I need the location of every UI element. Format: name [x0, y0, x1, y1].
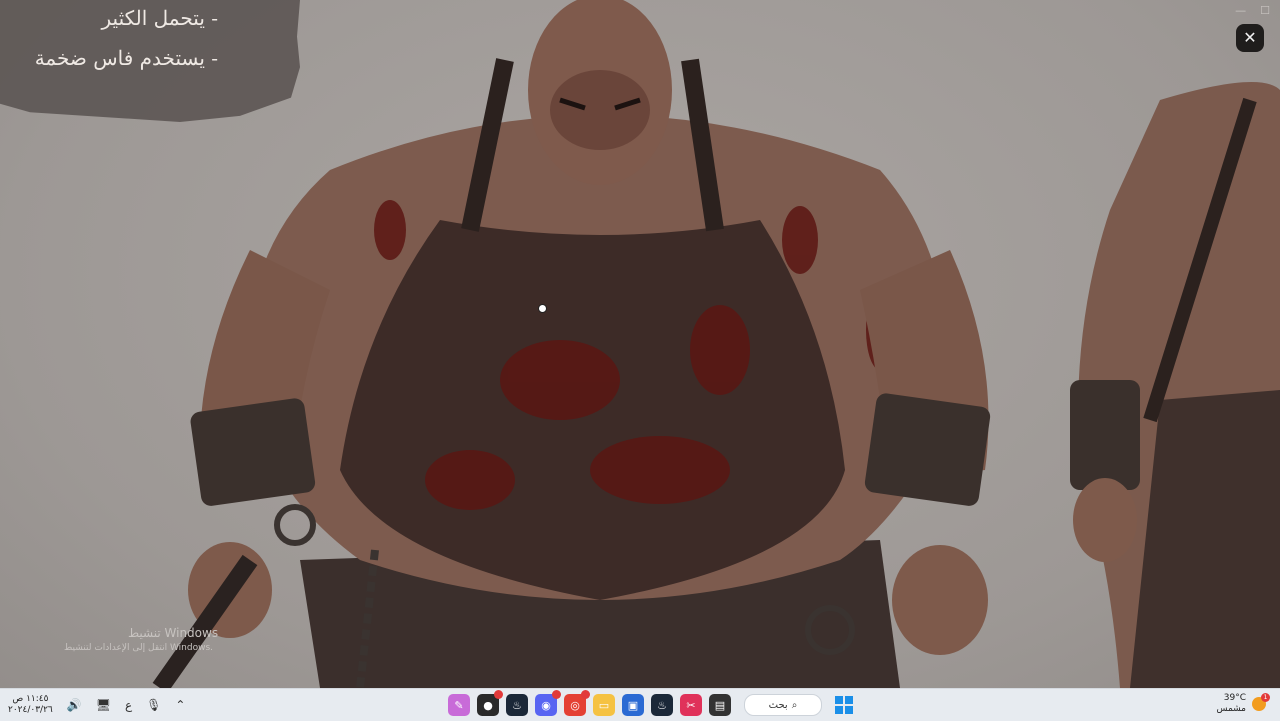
activation-watermark-title: تنشيط Windows [128, 626, 219, 640]
weather-desc: مشمس [1216, 704, 1246, 714]
weather-temp: 39°C [1223, 693, 1246, 703]
chevron-up-icon[interactable]: ⌃ [175, 698, 185, 712]
file-explorer-icon[interactable]: ▭ [593, 694, 615, 716]
steam-icon-2[interactable]: ♨ [651, 694, 673, 716]
volume-icon[interactable]: 🔊 [67, 698, 82, 712]
sun-icon: 1 [1252, 693, 1270, 711]
start-button[interactable] [835, 696, 853, 714]
paint-app-icon[interactable]: ✎ [448, 694, 470, 716]
store-icon[interactable]: ▣ [622, 694, 644, 716]
taskbar: ١١:٤٥ ص ٢٠٢٤/٠٣/٢٦ 🔊 🖥 ع 🎙 ⌃ ✎ ● ♨ ◉ ◎ ▭… [0, 688, 1280, 721]
note-line-2: - يستخدم فاس ضخمة [34, 46, 218, 70]
network-icon[interactable]: 🖥 [96, 698, 111, 712]
clock-time: ١١:٤٥ ص [12, 694, 49, 704]
search-box[interactable]: بحث ⌕ [744, 694, 822, 716]
weather-badge: 1 [1261, 693, 1270, 702]
discord-icon[interactable]: ◉ [535, 690, 561, 716]
taskbar-apps: ✎ ● ♨ ◉ ◎ ▭ ▣ ♨ ✂ ▤ بحث ⌕ [448, 689, 853, 721]
system-tray: ١١:٤٥ ص ٢٠٢٤/٠٣/٢٦ 🔊 🖥 ع 🎙 ⌃ [8, 689, 185, 721]
activation-watermark-subtitle: انتقل إلى الإعدادات لتنشيط Windows. [64, 643, 213, 653]
maximize-button[interactable]: ☐ [1260, 4, 1270, 17]
clock[interactable]: ١١:٤٥ ص ٢٠٢٤/٠٣/٢٦ [8, 694, 53, 716]
clock-date: ٢٠٢٤/٠٣/٢٦ [8, 705, 53, 715]
language-indicator[interactable]: ع [125, 698, 132, 712]
chrome-icon[interactable]: ◎ [564, 690, 590, 716]
search-icon: ⌕ [791, 699, 798, 711]
mouse-cursor [538, 304, 547, 313]
note-line-1: - يتحمل الكثير [101, 6, 219, 30]
close-button[interactable]: ✕ [1236, 24, 1264, 52]
steam-icon[interactable]: ♨ [506, 694, 528, 716]
weather-widget[interactable]: 39°C مشمس 1 [1216, 693, 1270, 715]
minimize-button[interactable]: — [1235, 4, 1246, 17]
image-viewer: - يتحمل الكثير - يستخدم فاس ضخمة — ☐ ✕ ت… [0, 0, 1280, 688]
search-label: بحث [768, 699, 788, 711]
task-view-icon[interactable]: ▤ [709, 694, 731, 716]
close-icon: ✕ [1243, 28, 1257, 47]
window-controls: — ☐ [1235, 4, 1270, 17]
snipping-tool-icon[interactable]: ✂ [680, 694, 702, 716]
microphone-icon[interactable]: 🎙 [146, 698, 161, 712]
media-app-icon[interactable]: ● [477, 690, 503, 716]
